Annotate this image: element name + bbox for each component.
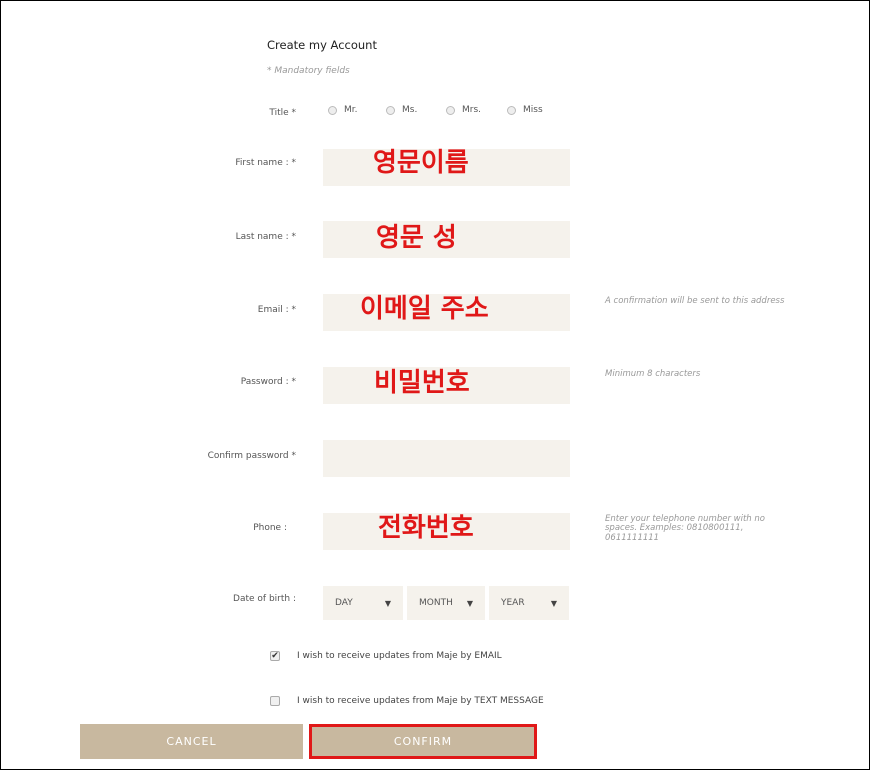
password-annotation: 비밀번호	[374, 368, 470, 398]
dob-day-value: DAY	[335, 598, 353, 608]
dropdown-arrow-icon: ▼	[466, 598, 473, 608]
first-name-label: First name : *	[235, 158, 296, 168]
dob-year-value: YEAR	[501, 598, 525, 608]
password-label: Password : *	[240, 377, 296, 387]
phone-label: Phone :	[253, 523, 287, 533]
mandatory-note: * Mandatory fields	[267, 66, 350, 76]
radio-label: Miss	[523, 105, 543, 115]
updates-sms-label: I wish to receive updates from Maje by T…	[297, 696, 544, 706]
confirm-button[interactable]: CONFIRM	[309, 724, 537, 759]
phone-hint: Enter your telephone number with no spac…	[605, 514, 765, 543]
page-title: Create my Account	[267, 38, 377, 52]
radio-circle-icon[interactable]	[446, 105, 455, 115]
phone-annotation: 전화번호	[378, 513, 474, 543]
checkmark-icon: ✔	[271, 650, 279, 661]
last-name-annotation: 영문 성	[376, 223, 457, 253]
dob-day-select[interactable]: DAY ▼	[323, 586, 403, 620]
dob-month-select[interactable]: MONTH ▼	[407, 586, 485, 620]
dropdown-arrow-icon: ▼	[384, 598, 391, 608]
password-hint: Minimum 8 characters	[605, 369, 701, 379]
updates-email-label: I wish to receive updates from Maje by E…	[297, 651, 502, 661]
confirm-button-inner[interactable]: CONFIRM	[316, 729, 530, 754]
email-label: Email : *	[257, 305, 296, 315]
confirm-password-label: Confirm password *	[207, 451, 296, 461]
title-label: Title *	[269, 108, 296, 118]
dob-year-select[interactable]: YEAR ▼	[489, 586, 569, 620]
email-hint: A confirmation will be sent to this addr…	[605, 296, 785, 306]
radio-circle-icon[interactable]	[507, 105, 516, 115]
dropdown-arrow-icon: ▼	[550, 598, 557, 608]
radio-label: Mrs.	[462, 105, 482, 115]
dob-label: Date of birth :	[233, 594, 296, 604]
radio-ms[interactable]: Ms.	[386, 105, 417, 115]
radio-mr[interactable]: Mr.	[328, 105, 358, 115]
email-annotation: 이메일 주소	[360, 294, 489, 324]
radio-mrs[interactable]: Mrs.	[446, 105, 481, 115]
confirm-button-label: CONFIRM	[393, 735, 453, 748]
radio-circle-icon[interactable]	[328, 105, 337, 115]
cancel-button-label: CANCEL	[166, 735, 217, 748]
radio-label: Mr.	[344, 105, 358, 115]
radio-label: Ms.	[402, 105, 418, 115]
dob-month-value: MONTH	[419, 598, 453, 608]
updates-email-checkbox[interactable]: ✔	[270, 651, 280, 661]
cancel-button[interactable]: CANCEL	[80, 724, 303, 759]
last-name-label: Last name : *	[235, 232, 296, 242]
confirm-password-input[interactable]	[323, 440, 570, 477]
radio-miss[interactable]: Miss	[507, 105, 543, 115]
updates-sms-checkbox[interactable]	[270, 696, 280, 706]
first-name-annotation: 영문이름	[373, 148, 469, 178]
radio-circle-icon[interactable]	[386, 105, 395, 115]
